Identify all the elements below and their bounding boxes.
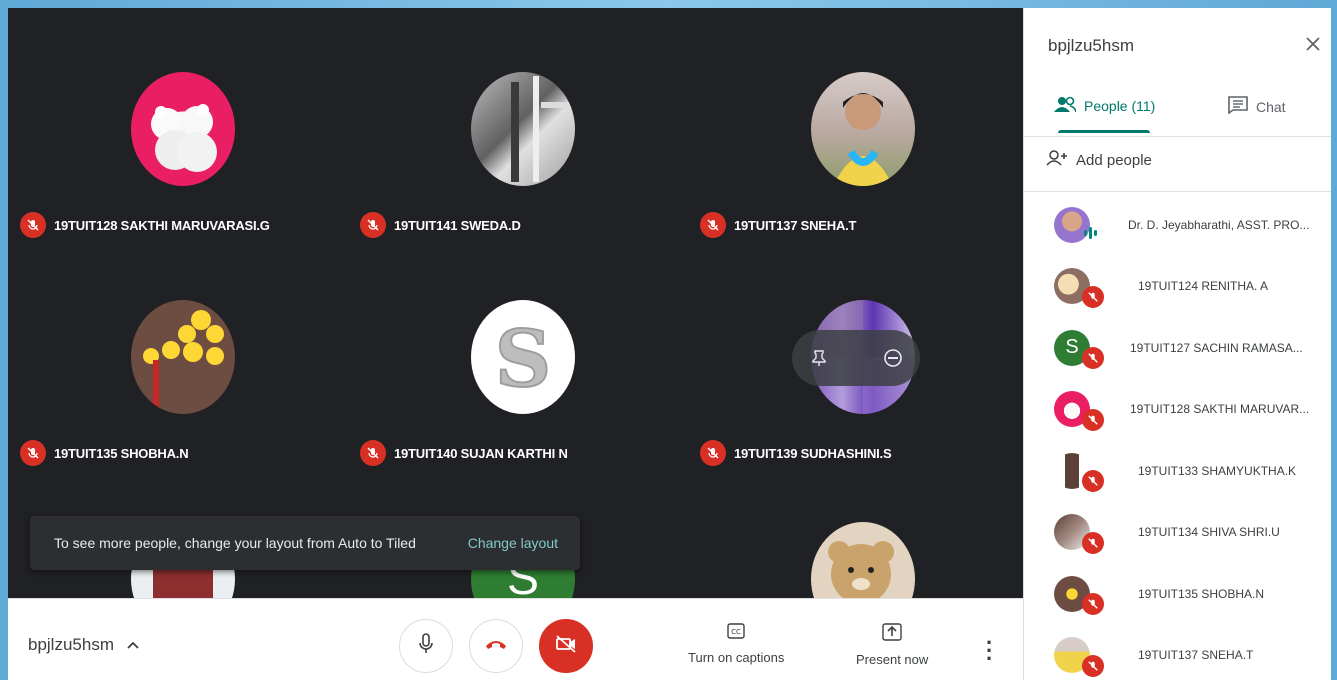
hang-up-icon [484, 637, 508, 655]
participant-name: 19TUIT141 SWEDA.D [394, 217, 521, 233]
remove-icon[interactable] [878, 343, 908, 373]
person-name: 19TUIT135 SHOBHA.N [1138, 586, 1265, 601]
participant-tile[interactable]: 19TUIT135 SHOBHA.N [16, 244, 346, 466]
tab-chat[interactable]: Chat [1228, 96, 1286, 117]
person-name: 19TUIT127 SACHIN RAMASA... [1130, 340, 1303, 355]
list-item[interactable]: 19TUIT135 SHOBHA.N [1024, 563, 1331, 625]
pin-icon[interactable] [804, 343, 834, 373]
layout-toast: To see more people, change your layout f… [30, 516, 580, 570]
person-name: 19TUIT137 SNEHA.T [1138, 648, 1254, 663]
tab-chat-label: Chat [1256, 98, 1286, 115]
divider [1024, 136, 1331, 137]
meeting-details-button[interactable]: bpjlzu5hsm [28, 635, 140, 655]
mic-off-icon [20, 212, 46, 238]
panel-title: bpjlzu5hsm [1048, 36, 1134, 55]
bottom-toolbar: bpjlzu5hsm CC Turn on captions Present n… [8, 598, 1023, 680]
mic-off-icon [1082, 654, 1104, 677]
microphone-button[interactable] [399, 619, 453, 673]
list-item[interactable]: 19TUIT134 SHIVA SHRI.U [1024, 502, 1331, 564]
person-name: 19TUIT128 SAKTHI MARUVAR... [1130, 402, 1310, 417]
avatar [131, 72, 235, 186]
active-tab-indicator [1058, 130, 1150, 133]
mic-off-icon [1082, 470, 1104, 492]
participant-name: 19TUIT128 SAKTHI MARUVARASI.G [54, 217, 270, 233]
add-people-button[interactable]: Add people [1046, 150, 1152, 170]
participant-name: 19TUIT140 SUJAN KARTHI N [394, 445, 568, 461]
camera-off-button[interactable] [539, 619, 593, 673]
toast-message: To see more people, change your layout f… [54, 535, 416, 551]
camera-off-icon [555, 634, 577, 659]
participant-name: 19TUIT137 SNEHA.T [734, 217, 857, 233]
meet-window: 19TUIT128 SAKTHI MARUVARASI.G 19TUIT141 … [8, 8, 1331, 680]
mic-off-icon [360, 212, 386, 238]
mic-off-icon [1082, 408, 1104, 431]
list-item[interactable]: 19TUIT133 SHAMYUKTHA.K [1024, 440, 1331, 502]
present-now-button[interactable]: Present now [856, 623, 928, 667]
speaking-indicator-icon [1084, 227, 1097, 239]
mic-off-icon [1082, 285, 1104, 308]
present-label: Present now [856, 652, 929, 667]
add-person-icon [1046, 150, 1068, 170]
participant-name: 19TUIT135 SHOBHA.N [54, 445, 189, 461]
mic-off-icon [700, 440, 726, 466]
svg-text:S: S [495, 314, 551, 405]
person-name: 19TUIT134 SHIVA SHRI.U [1138, 525, 1280, 540]
people-icon [1054, 96, 1077, 115]
svg-text:CC: CC [731, 628, 741, 636]
person-name: 19TUIT124 RENITHA. A [1138, 279, 1269, 294]
participant-tile[interactable]: 19TUIT137 SNEHA.T [696, 16, 1026, 238]
captions-button[interactable]: CC Turn on captions [688, 623, 784, 665]
list-item[interactable]: 19TUIT128 SAKTHI MARUVAR... [1024, 379, 1331, 441]
chevron-up-icon [126, 635, 140, 655]
list-item[interactable]: 19TUIT124 RENITHA. A [1024, 256, 1331, 318]
participant-tile[interactable]: 19TUIT128 SAKTHI MARUVARASI.G [16, 16, 346, 238]
captions-label: Turn on captions [688, 650, 785, 665]
people-list: Dr. D. Jeyabharathi, ASST. PRO... 19TUIT… [1024, 194, 1331, 680]
microphone-icon [418, 632, 434, 660]
tile-hover-controls [792, 330, 920, 386]
change-layout-button[interactable]: Change layout [468, 535, 558, 551]
mic-off-icon [20, 440, 46, 466]
participant-name: 19TUIT139 SUDHASHINI.S [734, 445, 892, 461]
mic-off-icon [1082, 593, 1104, 615]
add-people-label: Add people [1076, 151, 1152, 169]
avatar [131, 300, 235, 414]
participant-tile[interactable]: 19TUIT141 SWEDA.D [356, 16, 686, 238]
captions-icon: CC [727, 623, 745, 642]
person-name: 19TUIT133 SHAMYUKTHA.K [1138, 463, 1297, 478]
close-icon[interactable] [1305, 32, 1321, 58]
meeting-code: bpjlzu5hsm [28, 635, 114, 654]
mic-off-icon [360, 440, 386, 466]
participant-tile[interactable]: S 19TUIT140 SUJAN KARTHI N [356, 244, 686, 466]
avatar: S [471, 300, 575, 414]
list-item[interactable]: S 19TUIT127 SACHIN RAMASA... [1024, 317, 1331, 379]
list-item[interactable]: Dr. D. Jeyabharathi, ASST. PRO... [1024, 194, 1331, 256]
mic-off-icon [1082, 531, 1104, 554]
side-panel: bpjlzu5hsm People (11) Chat Add people D… [1023, 8, 1331, 680]
chat-icon [1228, 96, 1248, 117]
tab-people[interactable]: People (11) [1054, 96, 1155, 115]
person-name: Dr. D. Jeyabharathi, ASST. PRO... [1128, 217, 1310, 232]
tab-people-label: People (11) [1084, 97, 1156, 114]
avatar [811, 72, 915, 186]
divider [1024, 191, 1331, 192]
present-icon [882, 623, 902, 644]
avatar [471, 72, 575, 186]
list-item[interactable]: 19TUIT137 SNEHA.T [1024, 625, 1331, 680]
mic-off-icon [1082, 347, 1104, 369]
leave-call-button[interactable] [469, 619, 523, 673]
more-options-icon[interactable]: · · · [986, 632, 993, 670]
mic-off-icon [700, 212, 726, 238]
